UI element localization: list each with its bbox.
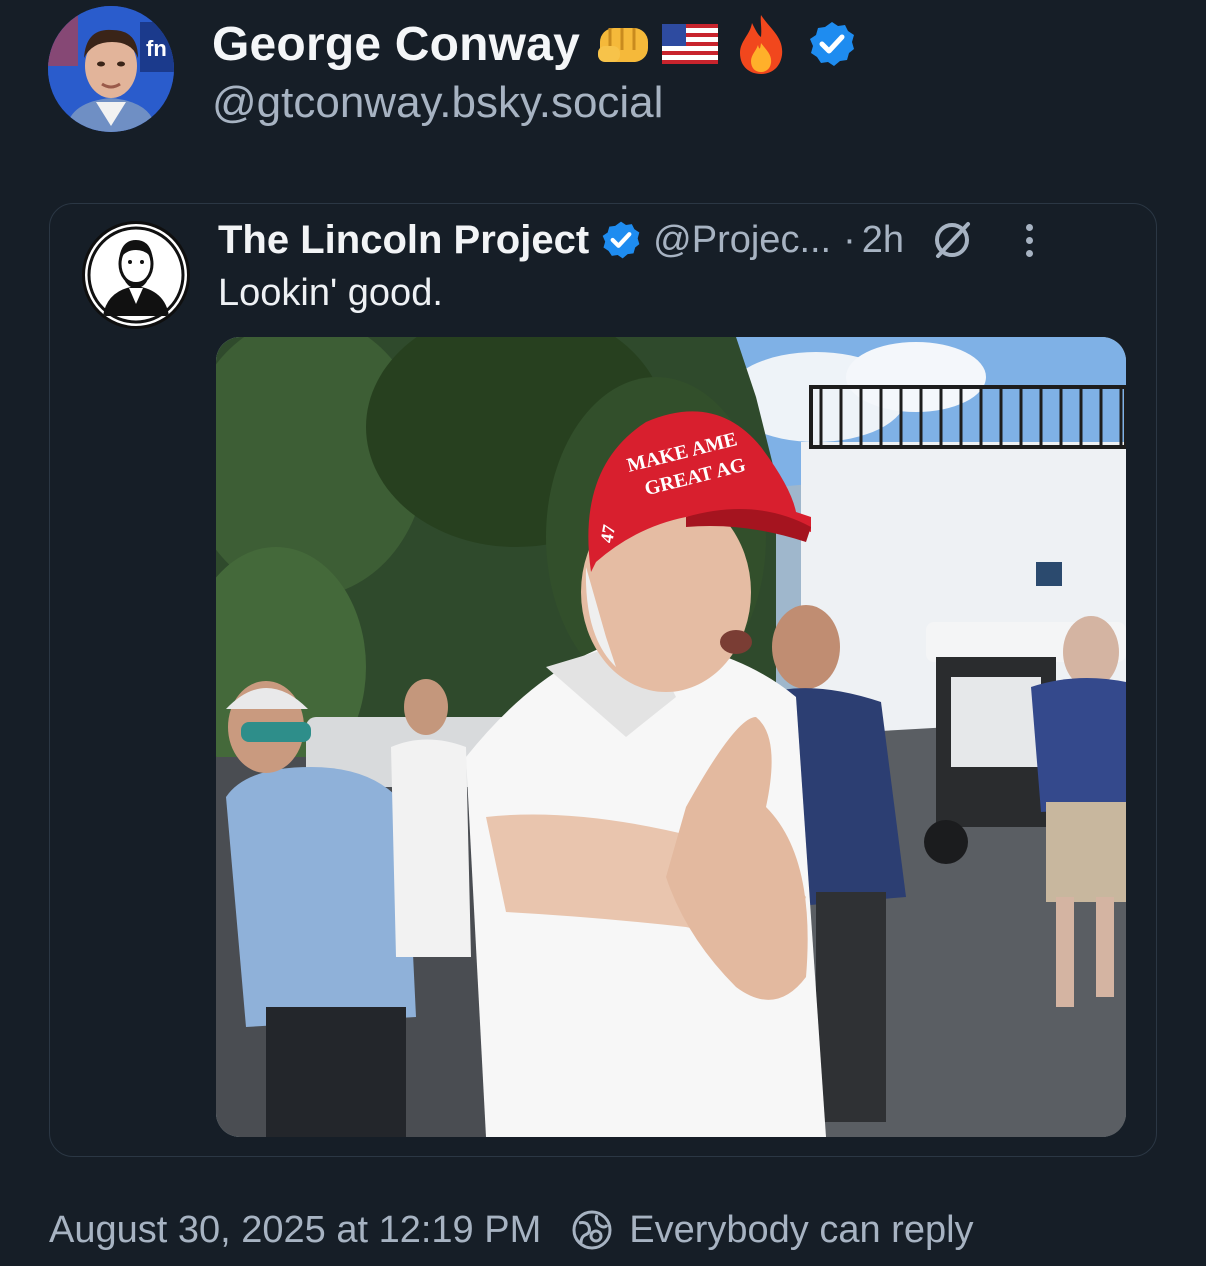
oncoming-fist-emoji-icon <box>596 20 654 68</box>
quoted-author-name[interactable]: The Lincoln Project <box>218 218 589 263</box>
hat-number: 47 <box>596 523 619 544</box>
author-display-name[interactable]: George Conway <box>212 17 580 72</box>
post-footer: August 30, 2025 at 12:19 PM Everybody ca… <box>49 1204 974 1256</box>
quoted-post-time[interactable]: 2h <box>862 219 904 262</box>
quoted-post-header: The Lincoln Project @Projec... · 2h <box>218 212 1136 268</box>
author-handle[interactable]: @gtconway.bsky.social <box>212 78 856 128</box>
quoted-post-card[interactable]: The Lincoln Project @Projec... · 2h Look… <box>49 203 1157 1157</box>
lincoln-project-avatar[interactable] <box>82 221 190 329</box>
grok-icon[interactable] <box>930 220 974 260</box>
reply-setting-label: Everybody can reply <box>629 1208 974 1251</box>
more-dot <box>1026 249 1034 257</box>
post-author: fn George Conway @gtconway.bsky.social <box>48 6 856 132</box>
quoted-author-handle[interactable]: @Projec... <box>653 219 831 262</box>
quoted-post-text: Lookin' good. <box>218 272 443 314</box>
more-dot <box>1026 236 1034 244</box>
post-view: fn George Conway @gtconway.bsky.social T… <box>0 0 1206 1266</box>
us-flag-emoji-icon <box>662 24 719 64</box>
fire-emoji-icon <box>736 13 786 75</box>
globe-icon <box>571 1209 613 1251</box>
svg-text:fn: fn <box>146 36 167 61</box>
verified-badge-icon[interactable] <box>808 20 856 68</box>
author-avatar[interactable]: fn <box>48 6 174 132</box>
reply-settings[interactable]: Everybody can reply <box>571 1208 974 1252</box>
verified-badge-icon[interactable] <box>601 220 641 260</box>
more-options-icon[interactable] <box>1026 223 1034 257</box>
more-dot <box>1026 223 1034 231</box>
author-text: George Conway @gtconway.bsky.social <box>212 14 856 128</box>
author-name-row: George Conway <box>212 14 856 74</box>
post-timestamp: August 30, 2025 at 12:19 PM <box>49 1208 542 1251</box>
separator-dot: · <box>843 218 856 261</box>
quoted-post-image[interactable]: MAKE AME GREAT AG 47 <box>216 337 1126 1137</box>
